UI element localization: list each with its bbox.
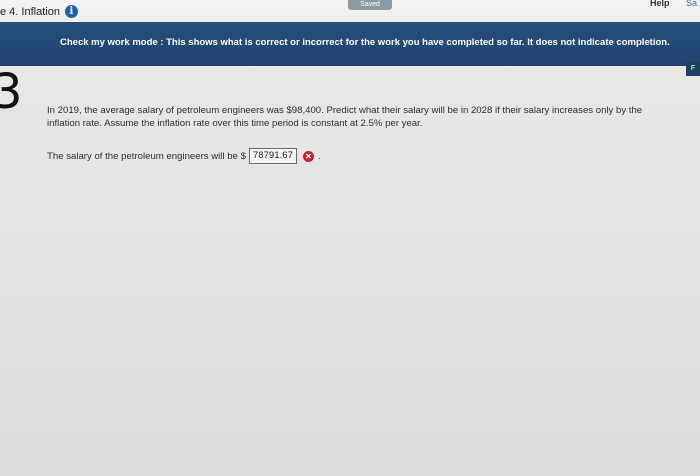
save-exit-button[interactable]: Sa bbox=[686, 0, 697, 8]
info-icon[interactable]: i bbox=[64, 5, 78, 18]
check-work-banner: Check my work mode : This shows what is … bbox=[0, 22, 700, 66]
side-tab-button[interactable]: F bbox=[686, 62, 700, 76]
question-number: 3 bbox=[0, 64, 23, 120]
answer-prefix: The salary of the petroleum engineers wi… bbox=[47, 150, 246, 162]
top-bar: e 4. Inflation i Saved Help Sa bbox=[0, 0, 700, 24]
salary-answer-input[interactable]: 78791.67 bbox=[248, 148, 297, 164]
answer-row: The salary of the petroleum engineers wi… bbox=[47, 148, 321, 164]
incorrect-x-icon: ✕ bbox=[302, 150, 314, 162]
check-work-mode-text: Check my work mode : This shows what is … bbox=[60, 37, 670, 48]
question-text: In 2019, the average salary of petroleum… bbox=[47, 105, 643, 129]
answer-suffix: . bbox=[317, 150, 321, 162]
assignment-title: e 4. Inflation i bbox=[0, 5, 78, 18]
assignment-title-text: e 4. Inflation bbox=[0, 5, 60, 18]
saved-indicator: Saved bbox=[348, 0, 392, 10]
help-button[interactable]: Help bbox=[650, 0, 670, 8]
